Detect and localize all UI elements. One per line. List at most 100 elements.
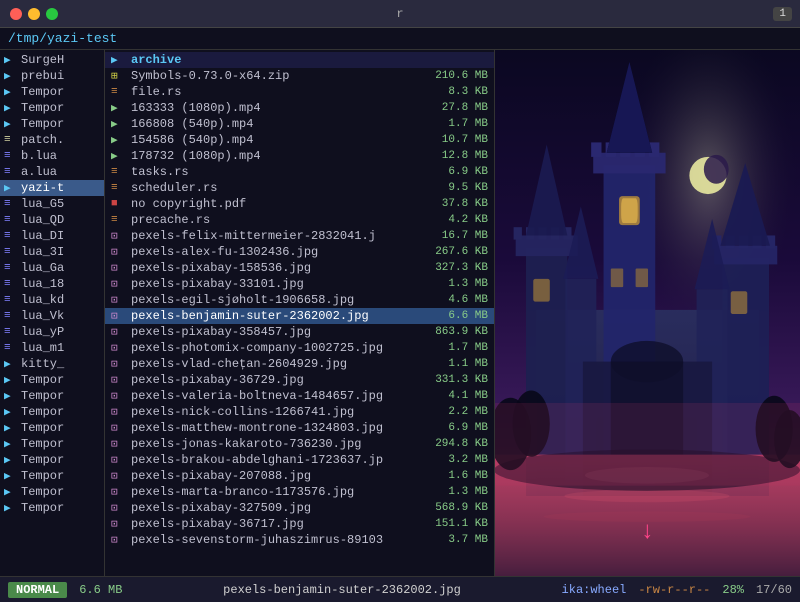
sidebar-item[interactable]: ≡lua_Ga (0, 260, 104, 276)
sidebar-item[interactable]: ≡a.lua (0, 164, 104, 180)
sidebar-item[interactable]: ≡patch. (0, 132, 104, 148)
sidebar-item[interactable]: ▶Tempor (0, 420, 104, 436)
sidebar-item[interactable]: ≡lua_m1 (0, 340, 104, 356)
file-type-icon: ⊡ (111, 437, 127, 451)
tab-number[interactable]: 1 (773, 7, 792, 21)
file-row[interactable]: ⊡pexels-marta-branco-1173576.jpg1.3 MB (105, 484, 494, 500)
file-row[interactable]: ⊡pexels-alex-fu-1302436.jpg267.6 KB (105, 244, 494, 260)
file-name: pexels-jonas-kakaroto-736230.jpg (131, 437, 414, 451)
file-row[interactable]: ⊡pexels-pixabay-327509.jpg568.9 KB (105, 500, 494, 516)
file-size: 16.7 MB (418, 230, 488, 242)
sidebar-item[interactable]: ▶Tempor (0, 436, 104, 452)
file-row[interactable]: ⊡pexels-pixabay-358457.jpg863.9 KB (105, 324, 494, 340)
status-pct: 28% (722, 583, 744, 597)
file-row[interactable]: ⊡pexels-brakou-abdelghani-1723637.jp3.2 … (105, 452, 494, 468)
file-size: 8.3 KB (418, 86, 488, 98)
file-row[interactable]: ⊡pexels-sevenstorm-juhaszimrus-891033.7 … (105, 532, 494, 548)
sidebar-item[interactable]: ▶Tempor (0, 116, 104, 132)
sidebar-label: SurgeH (21, 53, 64, 67)
sidebar-item[interactable]: ≡lua_DI (0, 228, 104, 244)
sidebar-item[interactable]: ▶Tempor (0, 484, 104, 500)
file-row[interactable]: ⊡pexels-vlad-chețan-2604929.jpg1.1 MB (105, 356, 494, 372)
file-row[interactable]: ▶178732 (1080p).mp412.8 MB (105, 148, 494, 164)
sidebar-item[interactable]: ▶Tempor (0, 388, 104, 404)
sidebar-item[interactable]: ≡lua_yP (0, 324, 104, 340)
sidebar-item[interactable]: ▶Tempor (0, 500, 104, 516)
sidebar-item[interactable]: ▶Tempor (0, 372, 104, 388)
sidebar-icon: ▶ (4, 69, 18, 83)
file-row[interactable]: ⊡pexels-felix-mittermeier-2832041.j16.7 … (105, 228, 494, 244)
sidebar-item[interactable]: ▶prebui (0, 68, 104, 84)
sidebar-label: b.lua (21, 149, 57, 163)
sidebar-item[interactable]: ▶yazi-t (0, 180, 104, 196)
sidebar-item[interactable]: ≡b.lua (0, 148, 104, 164)
file-row[interactable]: ▶154586 (540p).mp410.7 MB (105, 132, 494, 148)
sidebar-label: Tempor (21, 437, 64, 451)
sidebar-label: lua_kd (21, 293, 64, 307)
sidebar-item[interactable]: ≡lua_G5 (0, 196, 104, 212)
sidebar-label: a.lua (21, 165, 57, 179)
file-size: 12.8 MB (418, 150, 488, 162)
file-name: pexels-pixabay-36729.jpg (131, 373, 414, 387)
file-name: precache.rs (131, 213, 414, 227)
file-row[interactable]: ⊡pexels-pixabay-36729.jpg331.3 KB (105, 372, 494, 388)
file-size: 267.6 KB (418, 246, 488, 258)
file-row[interactable]: ⊡pexels-photomix-company-1002725.jpg1.7 … (105, 340, 494, 356)
sidebar-icon: ▶ (4, 53, 18, 67)
sidebar-item[interactable]: ≡lua_Vk (0, 308, 104, 324)
file-row[interactable]: ⊡pexels-pixabay-207088.jpg1.6 MB (105, 468, 494, 484)
file-size: 10.7 MB (418, 134, 488, 146)
sidebar-icon: ≡ (4, 326, 18, 338)
maximize-button[interactable] (46, 8, 58, 20)
file-row[interactable]: ≡file.rs8.3 KB (105, 84, 494, 100)
file-row[interactable]: ⊡pexels-pixabay-36717.jpg151.1 KB (105, 516, 494, 532)
file-size: 3.7 MB (418, 534, 488, 546)
sidebar-item[interactable]: ▶Tempor (0, 84, 104, 100)
file-size: 3.2 MB (418, 454, 488, 466)
status-mode: NORMAL (8, 582, 67, 598)
file-row[interactable]: ▶166808 (540p).mp41.7 MB (105, 116, 494, 132)
file-size: 37.8 KB (418, 198, 488, 210)
file-row[interactable]: ⊡pexels-pixabay-33101.jpg1.3 MB (105, 276, 494, 292)
scroll-arrow: ↓ (640, 519, 654, 546)
file-row[interactable]: ▶163333 (1080p).mp427.8 MB (105, 100, 494, 116)
file-row[interactable]: ⊡pexels-valeria-boltneva-1484657.jpg4.1 … (105, 388, 494, 404)
sidebar-label: Tempor (21, 421, 64, 435)
close-button[interactable] (10, 8, 22, 20)
file-name: 154586 (540p).mp4 (131, 133, 414, 147)
file-row[interactable]: ≡tasks.rs6.9 KB (105, 164, 494, 180)
minimize-button[interactable] (28, 8, 40, 20)
sidebar-item[interactable]: ≡lua_18 (0, 276, 104, 292)
sidebar-item[interactable]: ▶Tempor (0, 100, 104, 116)
file-type-icon: ⊡ (111, 453, 127, 467)
sidebar-label: Tempor (21, 469, 64, 483)
file-type-icon: ⊡ (111, 405, 127, 419)
sidebar-item[interactable]: ≡lua_kd (0, 292, 104, 308)
sidebar-item[interactable]: ▶kitty_ (0, 356, 104, 372)
sidebar-icon: ≡ (4, 134, 18, 146)
file-row[interactable]: ⊡pexels-nick-collins-1266741.jpg2.2 MB (105, 404, 494, 420)
file-row[interactable]: ⊡pexels-matthew-montrone-1324803.jpg6.9 … (105, 420, 494, 436)
file-panel: ▶ archive ⊞Symbols-0.73.0-x64.zip210.6 M… (105, 50, 495, 576)
sidebar-item[interactable]: ▶Tempor (0, 404, 104, 420)
file-name: pexels-pixabay-207088.jpg (131, 469, 414, 483)
file-row[interactable]: ⊡pexels-egil-sjøholt-1906658.jpg4.6 MB (105, 292, 494, 308)
sidebar-icon: ≡ (4, 214, 18, 226)
file-row[interactable]: ⊡pexels-jonas-kakaroto-736230.jpg294.8 K… (105, 436, 494, 452)
file-row[interactable]: ≡scheduler.rs9.5 KB (105, 180, 494, 196)
file-size: 151.1 KB (418, 518, 488, 530)
sidebar-item[interactable]: ▶Tempor (0, 468, 104, 484)
file-type-icon: ⊡ (111, 245, 127, 259)
file-row[interactable]: ■no copyright.pdf37.8 KB (105, 196, 494, 212)
file-row[interactable]: ⊞Symbols-0.73.0-x64.zip210.6 MB (105, 68, 494, 84)
sidebar-item[interactable]: ▶Tempor (0, 452, 104, 468)
sidebar-item[interactable]: ≡lua_3I (0, 244, 104, 260)
file-size: 1.3 MB (418, 278, 488, 290)
file-row[interactable]: ≡precache.rs4.2 KB (105, 212, 494, 228)
file-name: pexels-benjamin-suter-2362002.jpg (131, 309, 414, 323)
file-row[interactable]: ⊡pexels-pixabay-158536.jpg327.3 KB (105, 260, 494, 276)
sidebar-item[interactable]: ≡lua_QD (0, 212, 104, 228)
file-row[interactable]: ⊡pexels-benjamin-suter-2362002.jpg6.6 MB (105, 308, 494, 324)
file-name: pexels-vlad-chețan-2604929.jpg (131, 357, 414, 371)
sidebar-item[interactable]: ▶SurgeH (0, 52, 104, 68)
